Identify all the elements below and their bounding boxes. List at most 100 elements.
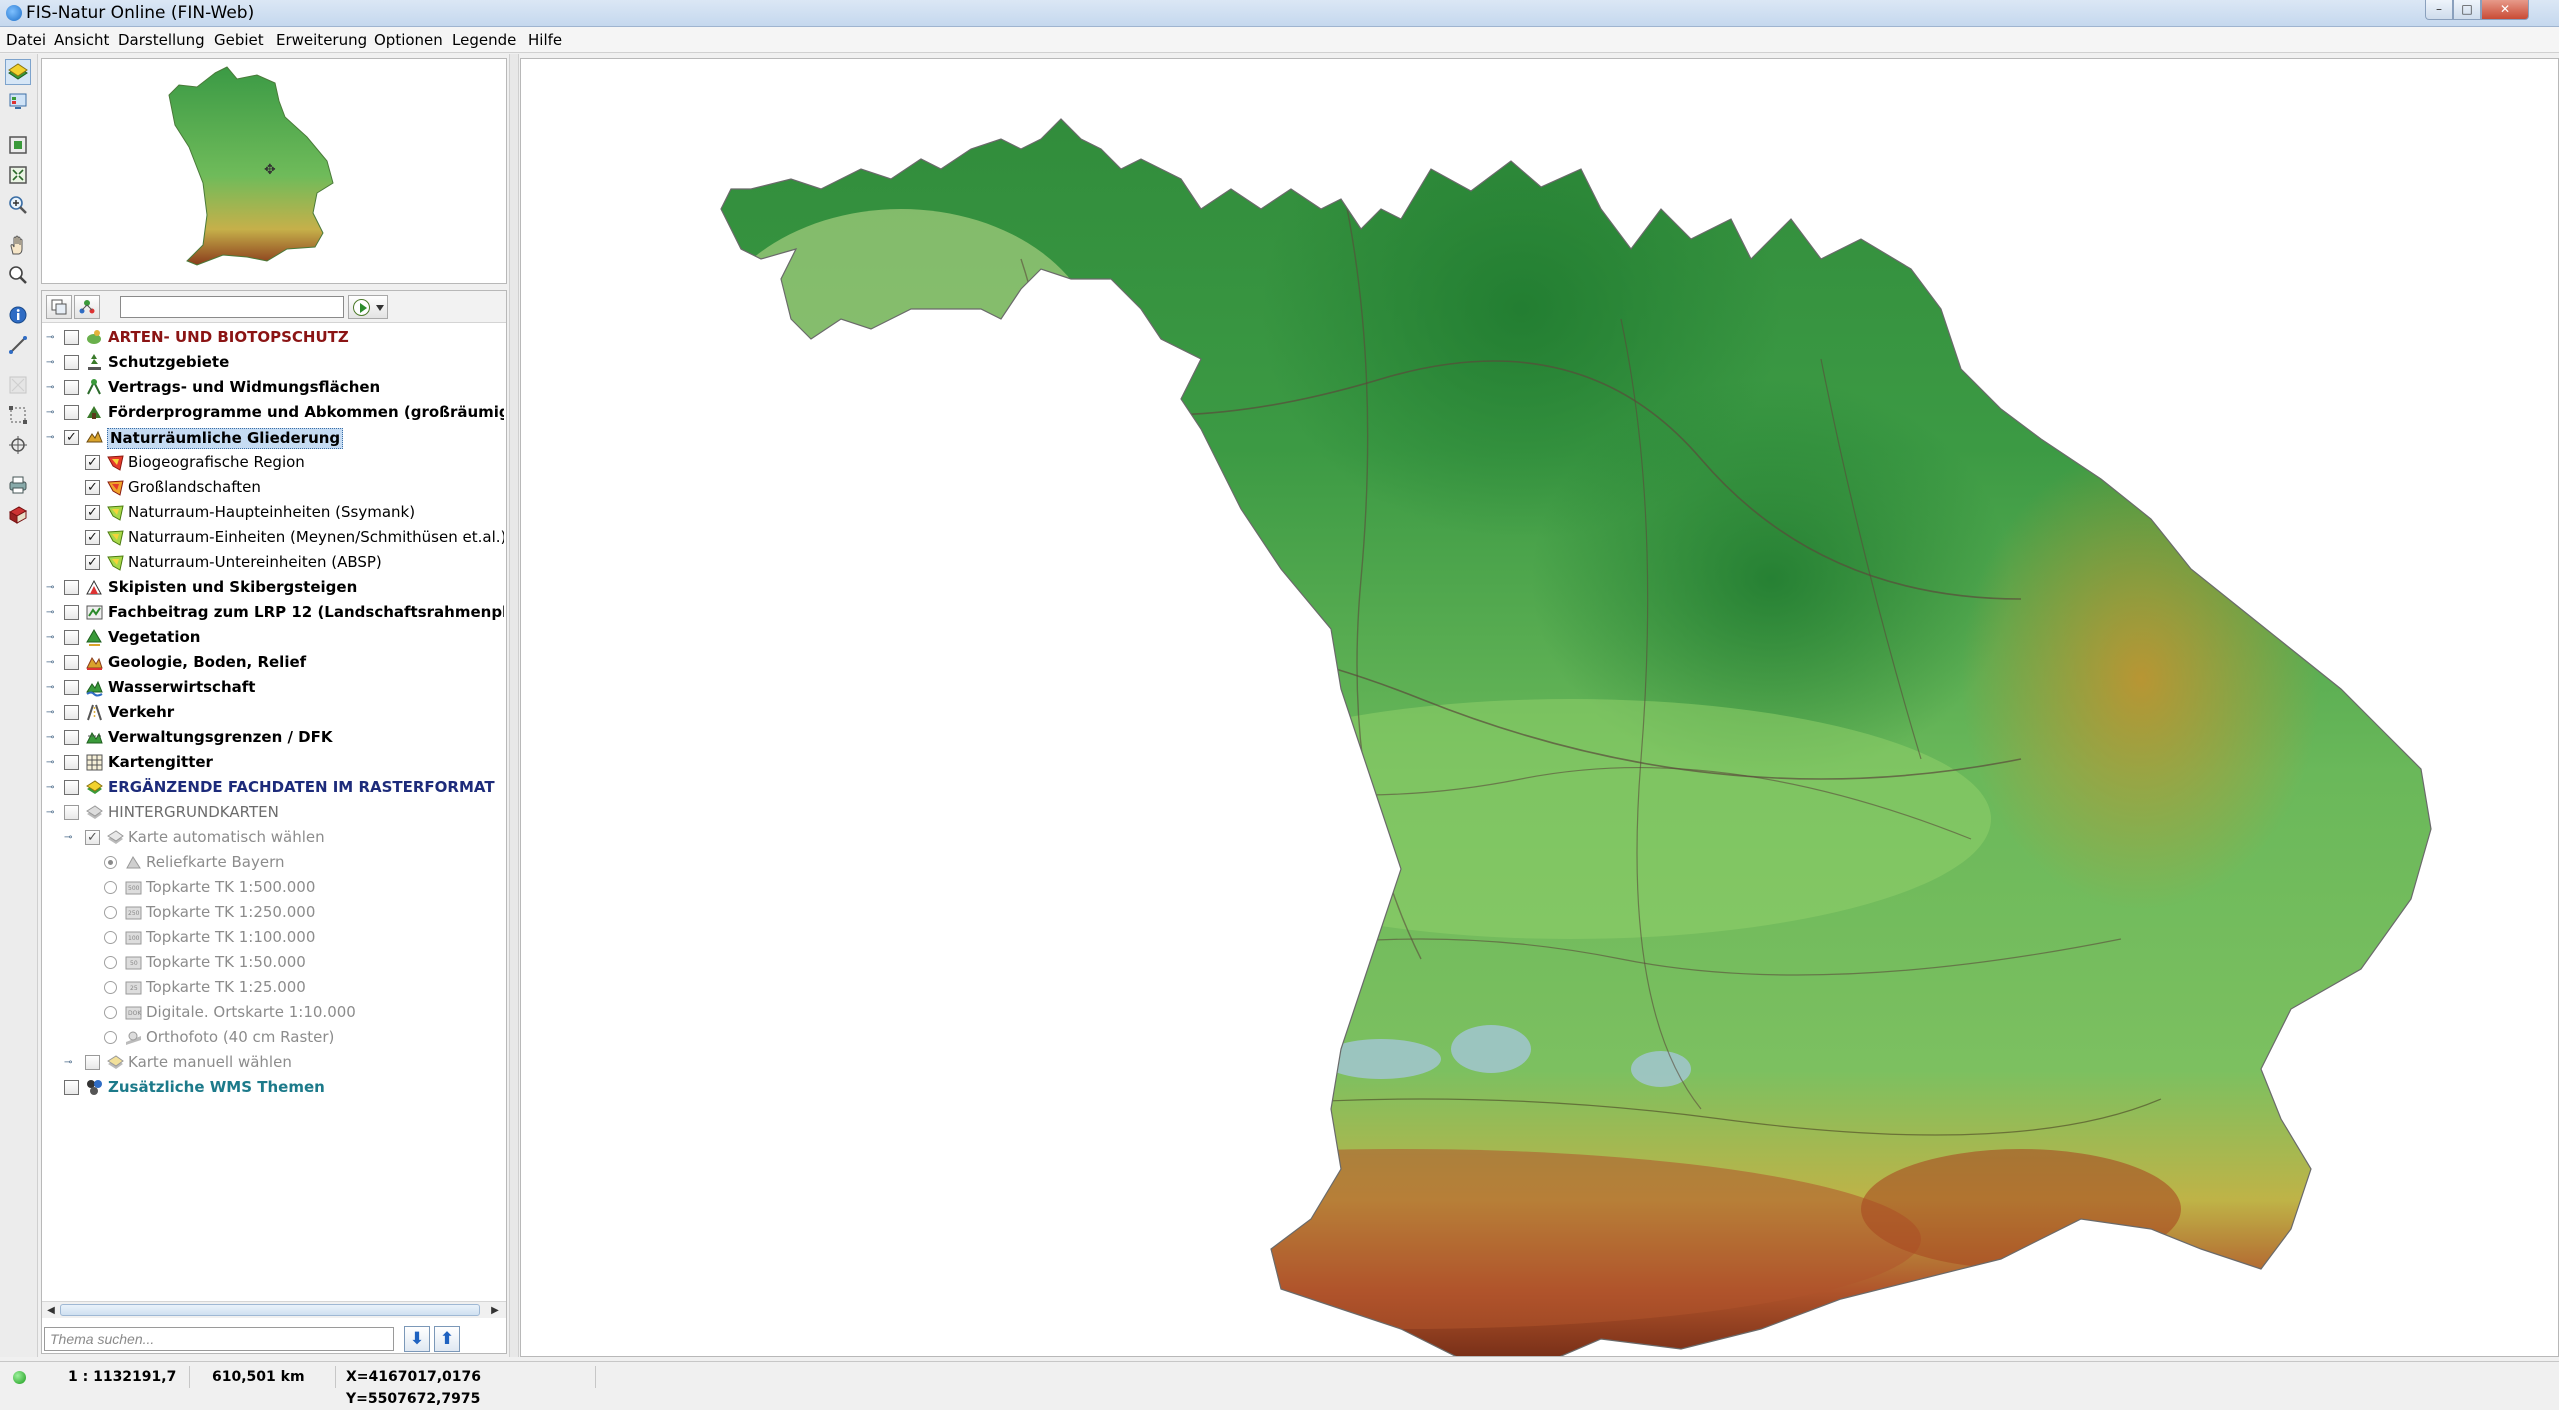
map-radio[interactable]: [104, 1031, 117, 1044]
tree-row-skipisten[interactable]: ⊸ Skipisten und Skibergsteigen: [42, 575, 504, 600]
locate-icon[interactable]: [5, 432, 31, 458]
layer-checkbox[interactable]: ✓: [85, 505, 100, 520]
layer-checkbox[interactable]: [64, 330, 79, 345]
tree-row-biogeo[interactable]: ✓ Biogeografische Region: [42, 450, 504, 475]
layer-checkbox[interactable]: ✓: [85, 830, 100, 845]
layer-go-button[interactable]: [348, 295, 388, 319]
tree-row-tk100[interactable]: 100 Topkarte TK 1:100.000: [42, 925, 504, 950]
search-next-button[interactable]: ⬇: [404, 1326, 430, 1352]
tree-row-verwaltung[interactable]: ⊸ Verwaltungsgrenzen / DFK: [42, 725, 504, 750]
collapse-icon[interactable]: ⊸: [46, 808, 55, 818]
info-icon[interactable]: [5, 302, 31, 328]
layer-icon[interactable]: [5, 59, 31, 85]
tree-row-vegetation[interactable]: ⊸ Vegetation: [42, 625, 504, 650]
expand-icon[interactable]: ⊸: [46, 683, 55, 693]
tree-row-geologie[interactable]: ⊸ Geologie, Boden, Relief: [42, 650, 504, 675]
maximize-button[interactable]: □: [2453, 0, 2481, 20]
layer-tree-button[interactable]: [74, 295, 100, 319]
search-prev-button[interactable]: ⬆: [434, 1326, 460, 1352]
layer-checkbox[interactable]: [64, 730, 79, 745]
layer-checkbox[interactable]: ✓: [85, 455, 100, 470]
legend-icon[interactable]: [5, 89, 31, 115]
expand-icon[interactable]: ⊸: [46, 758, 55, 768]
tree-row-ergaenzende[interactable]: ⊸ ERGÄNZENDE FACHDATEN IM RASTERFORMAT: [42, 775, 504, 800]
overview-map[interactable]: ✥: [41, 58, 507, 284]
layer-checkbox[interactable]: [85, 1055, 100, 1070]
menu-gebiet[interactable]: Gebiet: [214, 31, 264, 49]
zoom-in-icon[interactable]: [5, 192, 31, 218]
menu-datei[interactable]: Datei: [6, 31, 46, 49]
tree-row-naturraum[interactable]: ⊸ ✓ Naturräumliche Gliederung: [42, 425, 504, 450]
tree-row-relief[interactable]: Reliefkarte Bayern: [42, 850, 504, 875]
select-icon[interactable]: [5, 372, 31, 398]
tree-row-dok[interactable]: DOK Digitale. Ortskarte 1:10.000: [42, 1000, 504, 1025]
select-rect-icon[interactable]: [5, 402, 31, 428]
expand-icon[interactable]: ⊸: [46, 383, 55, 393]
tree-row-schutzgebiete[interactable]: ⊸ Schutzgebiete: [42, 350, 504, 375]
scroll-right-icon[interactable]: ▶: [488, 1304, 502, 1317]
layer-checkbox[interactable]: [64, 755, 79, 770]
expand-icon[interactable]: ⊸: [46, 583, 55, 593]
layer-checkbox[interactable]: [64, 605, 79, 620]
tree-row-tk500[interactable]: 500 Topkarte TK 1:500.000: [42, 875, 504, 900]
menu-erweiterung[interactable]: Erweiterung: [276, 31, 367, 49]
layer-checkbox[interactable]: [64, 705, 79, 720]
layer-checkbox[interactable]: [64, 805, 79, 820]
pan-icon[interactable]: [5, 232, 31, 258]
layer-checkbox[interactable]: ✓: [85, 530, 100, 545]
layer-checkbox[interactable]: [64, 580, 79, 595]
expand-icon[interactable]: ⊸: [46, 708, 55, 718]
map-radio[interactable]: [104, 956, 117, 969]
layer-checkbox[interactable]: ✓: [64, 430, 79, 445]
tree-row-vertrags[interactable]: ⊸ Vertrags- und Widmungsflächen: [42, 375, 504, 400]
map-radio[interactable]: [104, 906, 117, 919]
collapse-icon[interactable]: ⊸: [46, 433, 55, 443]
tree-row-ortho[interactable]: Orthofoto (40 cm Raster): [42, 1025, 504, 1050]
menu-legende[interactable]: Legende: [452, 31, 516, 49]
map-radio[interactable]: [104, 981, 117, 994]
tree-row-ssymank[interactable]: ✓ Naturraum-Haupteinheiten (Ssymank): [42, 500, 504, 525]
tree-row-grosslandschaften[interactable]: ✓ Großlandschaften: [42, 475, 504, 500]
layer-checkbox[interactable]: [64, 655, 79, 670]
layer-checkbox[interactable]: ✓: [85, 480, 100, 495]
expand-icon[interactable]: ⊸: [46, 358, 55, 368]
layer-checkbox[interactable]: [64, 680, 79, 695]
tree-row-auto-map[interactable]: ⊸ ✓ Karte automatisch wählen: [42, 825, 504, 850]
tree-row-foerder[interactable]: ⊸ Förderprogramme und Abkommen (großräum…: [42, 400, 504, 425]
panel-splitter[interactable]: [509, 54, 519, 1357]
expand-icon[interactable]: ⊸: [46, 733, 55, 743]
layer-checkbox[interactable]: [64, 355, 79, 370]
expand-icon[interactable]: ⊸: [46, 408, 55, 418]
layer-checkbox[interactable]: [64, 1080, 79, 1095]
menu-ansicht[interactable]: Ansicht: [54, 31, 109, 49]
expand-icon[interactable]: ⊸: [46, 608, 55, 618]
tree-row-tk250[interactable]: 250 Topkarte TK 1:250.000: [42, 900, 504, 925]
map-radio[interactable]: [104, 856, 117, 869]
layer-checkbox[interactable]: [64, 780, 79, 795]
minimize-button[interactable]: –: [2425, 0, 2453, 20]
tree-row-absp[interactable]: ✓ Naturraum-Untereinheiten (ABSP): [42, 550, 504, 575]
map-radio[interactable]: [104, 931, 117, 944]
expand-icon[interactable]: ⊸: [46, 783, 55, 793]
close-button[interactable]: ✕: [2481, 0, 2529, 20]
tree-row-kartengitter[interactable]: ⊸ Kartengitter: [42, 750, 504, 775]
layer-filter-input[interactable]: [120, 296, 344, 318]
menu-darstellung[interactable]: Darstellung: [118, 31, 205, 49]
scroll-thumb[interactable]: [60, 1304, 480, 1316]
menu-optionen[interactable]: Optionen: [374, 31, 443, 49]
scroll-left-icon[interactable]: ◀: [44, 1304, 58, 1317]
layer-checkbox[interactable]: [64, 380, 79, 395]
expand-icon[interactable]: ⊸: [46, 333, 55, 343]
tree-row-tk25[interactable]: 25 Topkarte TK 1:25.000: [42, 975, 504, 1000]
tree-row-meynen[interactable]: ✓ Naturraum-Einheiten (Meynen/Schmithüse…: [42, 525, 504, 550]
tree-row-lrp[interactable]: ⊸ Fachbeitrag zum LRP 12 (Landschaftsrah…: [42, 600, 504, 625]
tree-row-arten[interactable]: ⊸ ARTEN- UND BIOTOPSCHUTZ: [42, 325, 504, 350]
tree-row-manual-map[interactable]: ⊸ Karte manuell wählen: [42, 1050, 504, 1075]
zoom-full-icon[interactable]: [5, 162, 31, 188]
book-icon[interactable]: [5, 502, 31, 528]
zoom-extent-icon[interactable]: [5, 132, 31, 158]
measure-icon[interactable]: [5, 332, 31, 358]
map-canvas[interactable]: [520, 58, 2559, 1357]
expand-icon[interactable]: ⊸: [46, 633, 55, 643]
zoom-magnifier-icon[interactable]: [5, 262, 31, 288]
